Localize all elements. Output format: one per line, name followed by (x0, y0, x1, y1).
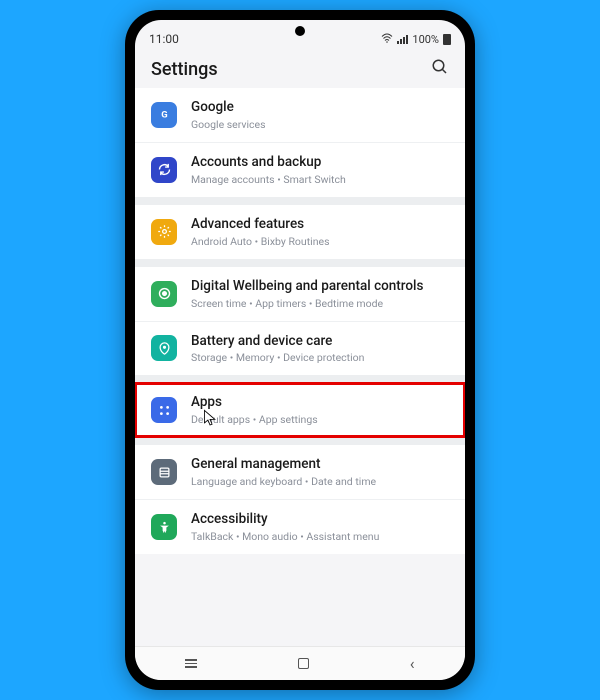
settings-item-google[interactable]: G Google Google services (135, 88, 465, 142)
settings-item-care[interactable]: Battery and device careStorage • Memory … (135, 321, 465, 376)
settings-item-access[interactable]: Accessibility TalkBack • Mono audio • Ass… (135, 499, 465, 554)
google-icon: G (151, 102, 177, 128)
item-text: General management Language and keyboard … (191, 456, 449, 488)
item-text: Apps Default apps • App settings (191, 394, 449, 426)
page-title: Settings (151, 59, 218, 80)
battery-text: 100% (412, 33, 439, 46)
wifi-icon (381, 33, 393, 46)
item-title: Apps (191, 394, 449, 411)
front-camera (295, 26, 305, 36)
item-subtitle: Google services (191, 118, 449, 131)
settings-item-general[interactable]: General management Language and keyboard … (135, 445, 465, 499)
item-text: Google Google services (191, 99, 449, 131)
settings-item-gear[interactable]: Advanced features Android Auto • Bixby Ro… (135, 205, 465, 259)
screen: 11:00 100% Settings G Google Google servic… (135, 20, 465, 680)
item-subtitle: TalkBack • Mono audio • Assistant menu (191, 530, 449, 543)
settings-list[interactable]: G Google Google services Accounts and backu… (135, 88, 465, 646)
item-subtitle: Android Auto • Bixby Routines (191, 235, 449, 248)
item-text: Accessibility TalkBack • Mono audio • Ass… (191, 511, 449, 543)
settings-item-apps[interactable]: Apps Default apps • App settings (135, 383, 465, 437)
nav-recents-button[interactable] (185, 659, 197, 668)
item-title: Accounts and backup (191, 154, 449, 171)
item-title: Accessibility (191, 511, 449, 528)
status-icons: 100% (381, 33, 451, 46)
nav-back-button[interactable]: ‹ (410, 654, 415, 673)
navigation-bar: ‹ (135, 646, 465, 680)
general-icon (151, 459, 177, 485)
item-text: Advanced features Android Auto • Bixby Ro… (191, 216, 449, 248)
search-button[interactable] (431, 58, 449, 80)
svg-text:G: G (161, 110, 167, 121)
sync-icon (151, 157, 177, 183)
item-subtitle: Storage • Memory • Device protection (191, 351, 449, 364)
item-title: Google (191, 99, 449, 116)
item-title: Advanced features (191, 216, 449, 233)
item-title: Battery and device care (191, 333, 449, 350)
item-subtitle: Default apps • App settings (191, 413, 449, 426)
settings-item-wellbeing[interactable]: Digital Wellbeing and parental controls S… (135, 267, 465, 321)
nav-home-button[interactable] (298, 658, 309, 669)
wellbeing-icon (151, 281, 177, 307)
signal-icon (397, 35, 408, 44)
item-title: Digital Wellbeing and parental controls (191, 278, 449, 295)
care-icon (151, 335, 177, 361)
gear-icon (151, 219, 177, 245)
item-subtitle: Language and keyboard • Date and time (191, 475, 449, 488)
app-header: Settings (135, 48, 465, 88)
battery-icon (443, 34, 451, 45)
item-title: General management (191, 456, 449, 473)
item-text: Digital Wellbeing and parental controls S… (191, 278, 449, 310)
item-subtitle: Manage accounts • Smart Switch (191, 173, 449, 186)
apps-icon (151, 397, 177, 423)
item-text: Battery and device careStorage • Memory … (191, 333, 449, 365)
item-text: Accounts and backup Manage accounts • Sma… (191, 154, 449, 186)
access-icon (151, 514, 177, 540)
status-time: 11:00 (149, 32, 179, 46)
phone-frame: 11:00 100% Settings G Google Google servic… (125, 10, 475, 690)
settings-item-sync[interactable]: Accounts and backup Manage accounts • Sma… (135, 142, 465, 197)
item-subtitle: Screen time • App timers • Bedtime mode (191, 297, 449, 310)
